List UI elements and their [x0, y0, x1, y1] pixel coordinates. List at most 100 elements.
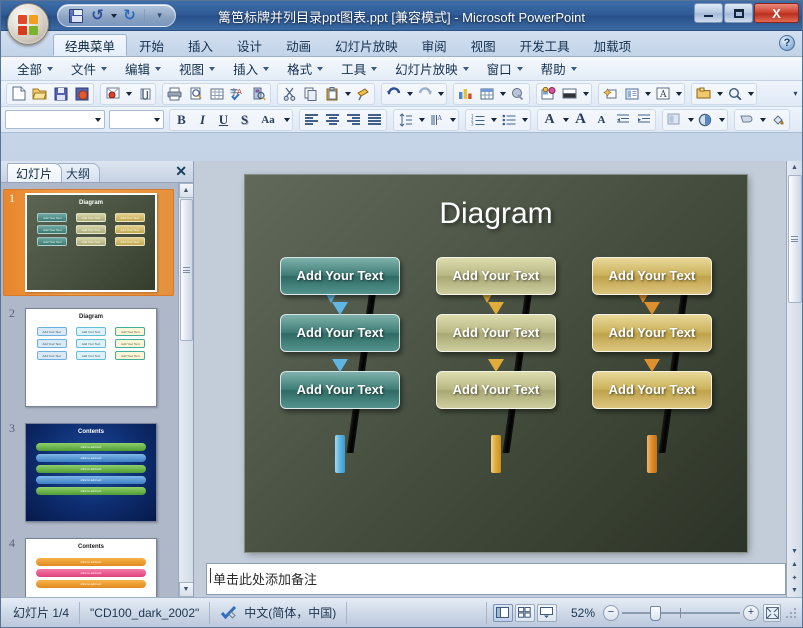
- menu-all[interactable]: 全部: [9, 57, 61, 80]
- thumbnail-slide-2[interactable]: Diagram Add Your Text Add Your Text Add …: [25, 308, 157, 407]
- table-icon[interactable]: [206, 84, 227, 104]
- zoom-icon[interactable]: [724, 84, 745, 104]
- new-file-icon[interactable]: [8, 84, 29, 104]
- sign-2-2[interactable]: Add Your Text: [436, 313, 556, 352]
- list-item[interactable]: 1 Diagram Add Your Text Add Your Text Ad…: [3, 189, 174, 296]
- resize-grip-icon[interactable]: [785, 606, 797, 619]
- scroll-up-icon[interactable]: ▲: [178, 183, 193, 198]
- undo-icon[interactable]: [383, 84, 404, 104]
- layout-dropdown-icon[interactable]: [642, 84, 652, 104]
- sign-1-2[interactable]: Add Your Text: [280, 313, 400, 352]
- numbered-list-button[interactable]: 123: [467, 110, 488, 130]
- undo-button[interactable]: ↺: [88, 6, 107, 25]
- undo-dropdown-icon[interactable]: [404, 84, 414, 104]
- line-spacing-button[interactable]: [395, 110, 416, 130]
- fill-color-button[interactable]: [767, 110, 788, 130]
- save-icon[interactable]: [50, 84, 71, 104]
- paste-icon[interactable]: [321, 84, 342, 104]
- paste-dropdown-icon[interactable]: [342, 84, 352, 104]
- animation-icon[interactable]: [600, 84, 621, 104]
- sign-3-2[interactable]: Add Your Text: [592, 313, 712, 352]
- slide-sorter-button[interactable]: [514, 603, 535, 622]
- maximize-button[interactable]: [724, 3, 753, 23]
- customize-qat-button[interactable]: ▾: [150, 6, 169, 25]
- slideshow-button[interactable]: [536, 603, 557, 622]
- attach-icon[interactable]: [133, 84, 154, 104]
- slide-title[interactable]: Diagram: [245, 197, 747, 231]
- justify-button[interactable]: [364, 110, 385, 130]
- list-item[interactable]: 4 Contents click to add text click to ad…: [3, 534, 174, 597]
- sign-2-1[interactable]: Add Your Text: [436, 256, 556, 295]
- main-scrollbar[interactable]: ▲ ▼ ▲ ✦ ▼: [786, 161, 802, 597]
- zoom-slider-handle[interactable]: [650, 605, 661, 621]
- font-color-icon[interactable]: A: [652, 84, 673, 104]
- change-case-button[interactable]: Aa: [255, 110, 281, 130]
- numbered-list-dropdown-icon[interactable]: [488, 110, 498, 130]
- font-size-select[interactable]: [109, 110, 164, 129]
- redo-icon[interactable]: [414, 84, 435, 104]
- open-folder-icon[interactable]: [29, 84, 50, 104]
- align-right-button[interactable]: [343, 110, 364, 130]
- sign-2-3[interactable]: Add Your Text: [436, 370, 556, 409]
- close-button[interactable]: X: [754, 3, 799, 23]
- table-dropdown-icon[interactable]: [497, 84, 507, 104]
- font-color-dropdown-icon[interactable]: [560, 110, 570, 130]
- expand-dropdown-icon[interactable]: [714, 84, 724, 104]
- help-icon[interactable]: ?: [779, 35, 795, 51]
- tab-outline[interactable]: 大纲: [57, 163, 101, 182]
- notes-pane[interactable]: 单击此处添加备注: [206, 563, 786, 595]
- sign-1-1[interactable]: Add Your Text: [280, 256, 400, 295]
- paragraph-spacing-dropdown-icon[interactable]: [447, 110, 457, 130]
- font-color-dropdown-icon[interactable]: [673, 84, 683, 104]
- scroll-up-icon[interactable]: ▲: [788, 161, 802, 174]
- paragraph-spacing-button[interactable]: A: [426, 110, 447, 130]
- save-button[interactable]: [66, 6, 85, 25]
- font-name-select[interactable]: [5, 110, 105, 129]
- line-spacing-dropdown-icon[interactable]: [416, 110, 426, 130]
- tab-design[interactable]: 设计: [225, 34, 274, 56]
- print-icon[interactable]: [164, 84, 185, 104]
- case-dropdown-icon[interactable]: [281, 110, 291, 130]
- menu-format[interactable]: 格式: [279, 57, 331, 80]
- tab-developer[interactable]: 开发工具: [508, 34, 582, 56]
- zoom-slider-track[interactable]: [622, 605, 740, 621]
- menu-insert[interactable]: 插入: [225, 57, 277, 80]
- shape-style-button[interactable]: [736, 110, 757, 130]
- sign-3-1[interactable]: Add Your Text: [592, 256, 712, 295]
- menu-edit[interactable]: 编辑: [117, 57, 169, 80]
- thumbnail-slide-3[interactable]: Contents click to add text click to add …: [25, 423, 157, 522]
- italic-button[interactable]: I: [192, 110, 213, 130]
- slide-design-button[interactable]: [664, 110, 685, 130]
- zoom-in-button[interactable]: +: [743, 604, 759, 621]
- office-button[interactable]: [7, 3, 49, 45]
- expand-icon[interactable]: [693, 84, 714, 104]
- current-slide[interactable]: Diagram Add Your Text Add Your Text Add …: [245, 174, 747, 552]
- toolbar-overflow-button[interactable]: ▾: [790, 84, 801, 102]
- align-left-button[interactable]: [301, 110, 322, 130]
- tab-view[interactable]: 视图: [459, 34, 508, 56]
- slides-panel-scrollbar[interactable]: ▲ ▼: [178, 183, 193, 597]
- list-item[interactable]: 3 Contents click to add text click to ad…: [3, 419, 174, 526]
- menu-view[interactable]: 视图: [171, 57, 223, 80]
- sign-3-3[interactable]: Add Your Text: [592, 370, 712, 409]
- chart-icon[interactable]: [455, 84, 476, 104]
- tab-addins[interactable]: 加载项: [582, 34, 644, 56]
- sign-1-3[interactable]: Add Your Text: [280, 370, 400, 409]
- thumbnail-slide-4[interactable]: Contents click to add text click to add …: [25, 538, 157, 597]
- shape-style-dropdown-icon[interactable]: [757, 110, 767, 130]
- tab-review[interactable]: 审阅: [410, 34, 459, 56]
- next-slide-icon[interactable]: ▼: [788, 584, 802, 597]
- tab-insert[interactable]: 插入: [176, 34, 225, 56]
- scroll-down-icon[interactable]: ▼: [178, 582, 193, 597]
- color-scheme-button[interactable]: [695, 110, 716, 130]
- email-icon[interactable]: [102, 84, 123, 104]
- slide-design-icon[interactable]: [559, 84, 580, 104]
- decrease-indent-button[interactable]: [612, 110, 633, 130]
- font-color-button[interactable]: A: [539, 110, 560, 130]
- bulleted-list-dropdown-icon[interactable]: [519, 110, 529, 130]
- hyperlink-icon[interactable]: [507, 84, 528, 104]
- scrollbar-thumb[interactable]: [179, 199, 193, 341]
- research-icon[interactable]: [248, 84, 269, 104]
- redo-button[interactable]: ↻: [120, 6, 139, 25]
- minimize-button[interactable]: [694, 3, 723, 23]
